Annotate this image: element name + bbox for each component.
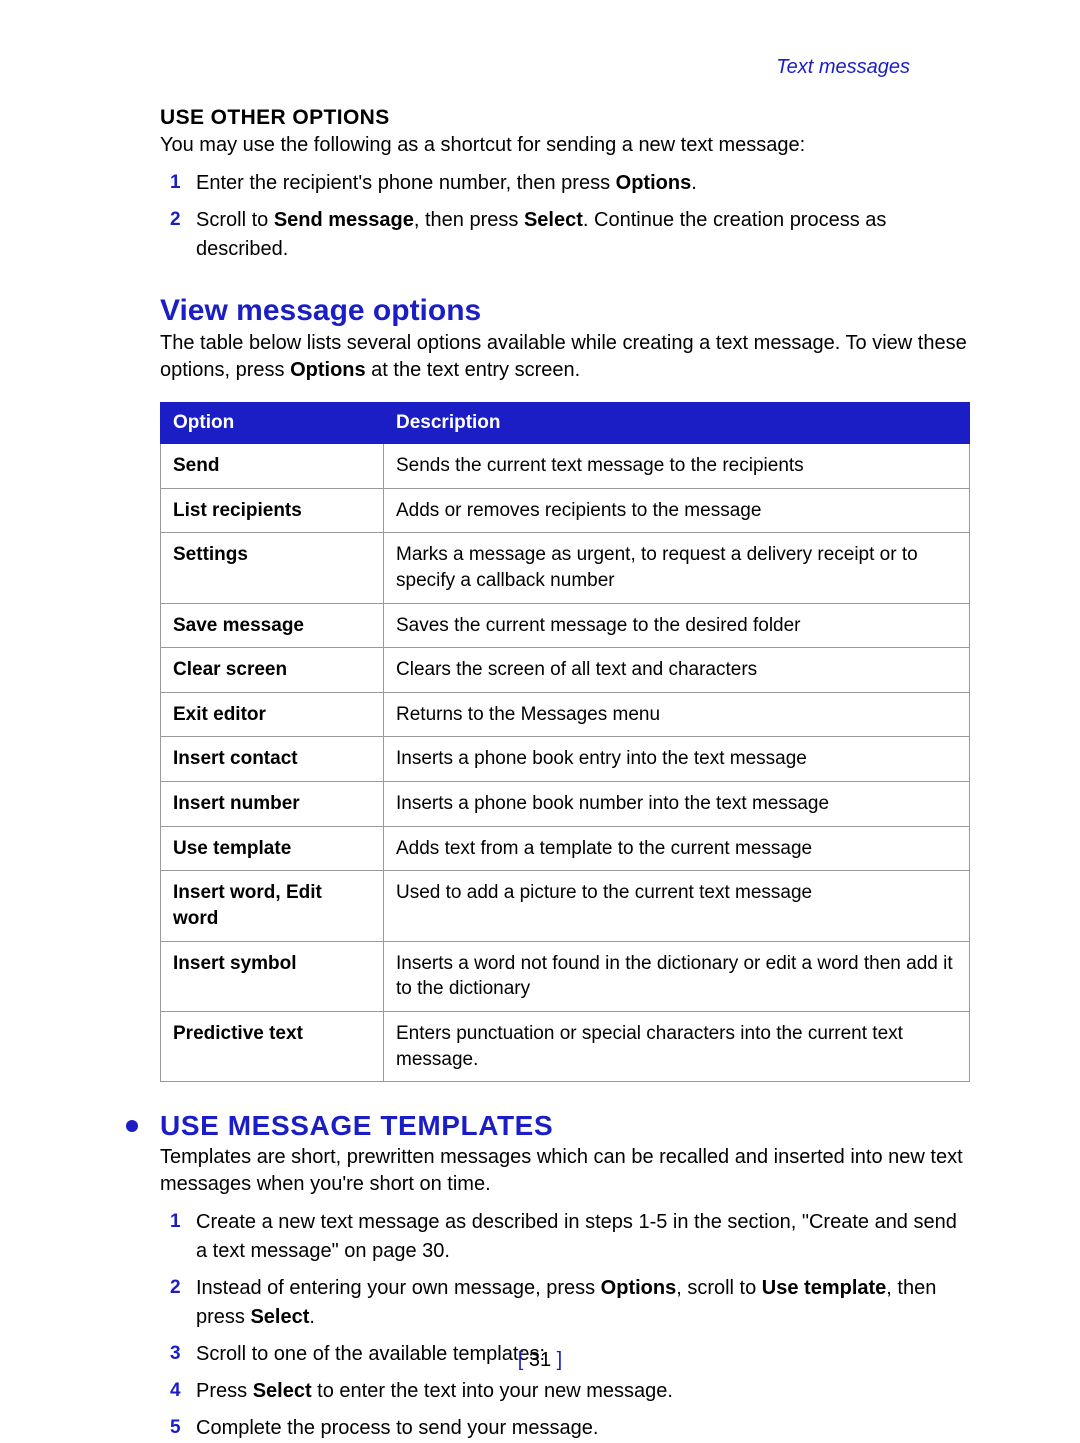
step-text: Instead of entering your own message, pr… (196, 1274, 970, 1332)
step-number: 4 (170, 1377, 196, 1406)
list-item: 2 Instead of entering your own message, … (160, 1274, 970, 1332)
step-number: 2 (170, 1274, 196, 1332)
option-name: Insert symbol (161, 941, 384, 1011)
table-row: Clear screenClears the screen of all tex… (161, 648, 970, 693)
list-item: 4 Press Select to enter the text into yo… (160, 1377, 970, 1406)
options-table: Option Description SendSends the current… (160, 402, 970, 1082)
step-text: Scroll to Send message, then press Selec… (196, 206, 970, 264)
option-name: Send (161, 444, 384, 489)
page: Text messages USE OTHER OPTIONS You may … (0, 0, 1080, 1412)
option-description: Used to add a picture to the current tex… (384, 871, 970, 941)
section-use-message-templates-head: USE MESSAGE TEMPLATES (160, 1110, 970, 1142)
step-text: Enter the recipient's phone number, then… (196, 169, 970, 198)
table-row: Insert symbolInserts a word not found in… (161, 941, 970, 1011)
option-name: List recipients (161, 488, 384, 533)
option-description: Inserts a phone book entry into the text… (384, 737, 970, 782)
section-c-intro: Templates are short, prewritten messages… (160, 1144, 970, 1198)
table-row: Use templateAdds text from a template to… (161, 826, 970, 871)
step-text: Create a new text message as described i… (196, 1208, 970, 1266)
option-name: Save message (161, 603, 384, 648)
step-number: 5 (170, 1414, 196, 1443)
table-row: Insert contactInserts a phone book entry… (161, 737, 970, 782)
option-description: Returns to the Messages menu (384, 692, 970, 737)
step-text: Press Select to enter the text into your… (196, 1377, 970, 1406)
option-name: Insert word, Edit word (161, 871, 384, 941)
table-header-description: Description (384, 403, 970, 444)
step-number: 1 (170, 169, 196, 198)
option-description: Inserts a phone book number into the tex… (384, 782, 970, 827)
option-name: Exit editor (161, 692, 384, 737)
table-header-option: Option (161, 403, 384, 444)
section-view-message-options-title: View message options (160, 294, 970, 328)
step-number: 2 (170, 206, 196, 264)
option-name: Use template (161, 826, 384, 871)
section-use-other-options-title: USE OTHER OPTIONS (160, 106, 970, 130)
table-row: Predictive textEnters punctuation or spe… (161, 1011, 970, 1081)
list-item: 2 Scroll to Send message, then press Sel… (160, 206, 970, 264)
table-row: List recipientsAdds or removes recipient… (161, 488, 970, 533)
table-row: SettingsMarks a message as urgent, to re… (161, 533, 970, 603)
option-description: Enters punctuation or special characters… (384, 1011, 970, 1081)
section-c-steps: 1 Create a new text message as described… (160, 1208, 970, 1443)
table-row: Insert numberInserts a phone book number… (161, 782, 970, 827)
section-a-steps: 1 Enter the recipient's phone number, th… (160, 169, 970, 264)
list-item: 1 Enter the recipient's phone number, th… (160, 169, 970, 198)
step-number: 1 (170, 1208, 196, 1266)
option-description: Sends the current text message to the re… (384, 444, 970, 489)
option-name: Insert contact (161, 737, 384, 782)
bullet-icon (126, 1120, 138, 1132)
running-head: Text messages (776, 56, 910, 79)
option-name: Predictive text (161, 1011, 384, 1081)
option-description: Adds text from a template to the current… (384, 826, 970, 871)
list-item: 1 Create a new text message as described… (160, 1208, 970, 1266)
page-number: [ 31 ] (0, 1349, 1080, 1372)
section-b-intro: The table below lists several options av… (160, 330, 970, 384)
table-row: Insert word, Edit wordUsed to add a pict… (161, 871, 970, 941)
option-description: Saves the current message to the desired… (384, 603, 970, 648)
option-name: Settings (161, 533, 384, 603)
step-text: Complete the process to send your messag… (196, 1414, 970, 1443)
option-description: Marks a message as urgent, to request a … (384, 533, 970, 603)
option-name: Clear screen (161, 648, 384, 693)
option-name: Insert number (161, 782, 384, 827)
section-use-message-templates-title: USE MESSAGE TEMPLATES (160, 1110, 553, 1142)
table-row: SendSends the current text message to th… (161, 444, 970, 489)
list-item: 5 Complete the process to send your mess… (160, 1414, 970, 1443)
section-a-intro: You may use the following as a shortcut … (160, 132, 970, 159)
option-description: Inserts a word not found in the dictiona… (384, 941, 970, 1011)
option-description: Adds or removes recipients to the messag… (384, 488, 970, 533)
table-row: Save messageSaves the current message to… (161, 603, 970, 648)
table-row: Exit editorReturns to the Messages menu (161, 692, 970, 737)
option-description: Clears the screen of all text and charac… (384, 648, 970, 693)
